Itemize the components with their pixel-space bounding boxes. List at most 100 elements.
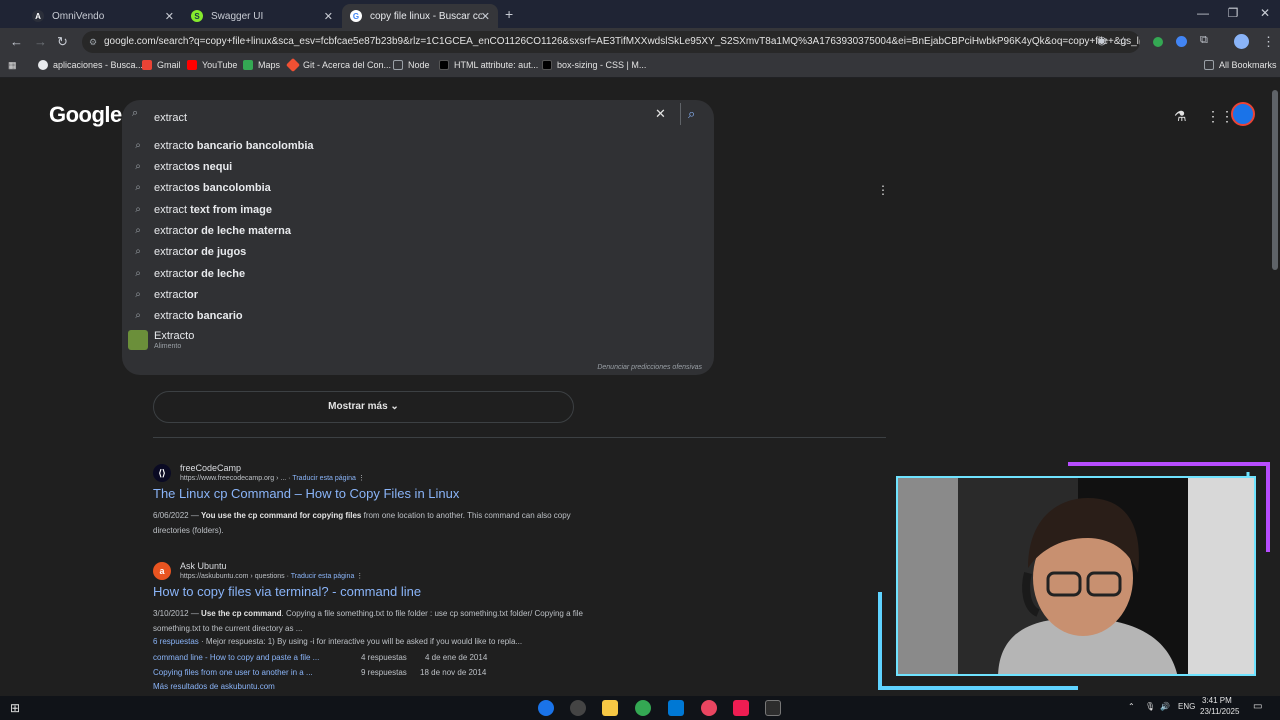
new-tab-icon[interactable]: + bbox=[505, 6, 513, 22]
clock-date[interactable]: 23/11/2025 bbox=[1200, 707, 1239, 716]
google-logo[interactable]: Google bbox=[49, 102, 122, 128]
bookmark-youtube[interactable]: YouTube bbox=[187, 60, 237, 70]
volume-icon[interactable]: 🔊 bbox=[1160, 702, 1170, 711]
start-windows-icon[interactable]: ⊞ bbox=[10, 701, 20, 715]
search-input[interactable] bbox=[154, 108, 634, 128]
search-box[interactable]: ⌕ ✕ ⌕ ⌕extracto bancario bancolombia ⌕ex… bbox=[122, 100, 714, 375]
file-explorer-icon[interactable] bbox=[602, 700, 618, 716]
close-tab-icon[interactable]: ✕ bbox=[481, 10, 490, 23]
profile-avatar[interactable] bbox=[1234, 34, 1249, 49]
search-icon: ⌕ bbox=[135, 204, 141, 215]
extension-blue-icon[interactable] bbox=[1176, 36, 1187, 47]
language-indicator[interactable]: ENG bbox=[1178, 702, 1195, 711]
bookmark-star-icon[interactable]: ☆ bbox=[1118, 34, 1129, 48]
search-icon: ⌕ bbox=[135, 268, 141, 279]
location-icon[interactable]: ◉ bbox=[1097, 34, 1107, 47]
tab-google-search[interactable]: G copy file linux - Buscar con Go... ✕ bbox=[342, 4, 498, 28]
result-site-name: Ask Ubuntu bbox=[180, 561, 227, 571]
obs-taskbar-icon[interactable] bbox=[570, 700, 586, 716]
show-more-button[interactable]: Mostrar más ⌄ bbox=[153, 391, 574, 423]
search-icon: ⌕ bbox=[135, 161, 141, 172]
freecodecamp-favicon-icon: ⟨⟩ bbox=[153, 464, 171, 482]
reload-icon[interactable]: ↻ bbox=[57, 34, 68, 50]
search-icon: ⌕ bbox=[135, 289, 141, 300]
browser-toolbar: ← → ↻ ⚙ google.com/search?q=copy+file+li… bbox=[0, 28, 1280, 56]
chrome-dev-icon[interactable] bbox=[701, 700, 717, 716]
clock-time[interactable]: 3:41 PM bbox=[1202, 696, 1232, 705]
bookmark-box-sizing[interactable]: box-sizing - CSS | M... bbox=[542, 60, 646, 70]
omnivendo-favicon-icon: A bbox=[32, 10, 44, 22]
bookmark-node[interactable]: Node bbox=[393, 60, 430, 70]
forward-icon[interactable]: → bbox=[34, 34, 47, 49]
suggestion-item[interactable]: ⌕ extract or bbox=[122, 284, 714, 305]
sub-result-link[interactable]: command line - How to copy and paste a f… bbox=[153, 653, 319, 662]
site-info-icon[interactable]: ⚙ bbox=[89, 31, 97, 53]
clear-icon[interactable]: ✕ bbox=[655, 106, 666, 122]
result-title-link[interactable]: The Linux cp Command – How to Copy Files… bbox=[153, 486, 459, 501]
chevron-up-icon[interactable]: ⌃ bbox=[1128, 702, 1135, 711]
tab-swagger[interactable]: S Swagger UI ✕ bbox=[183, 4, 341, 28]
terminal-icon[interactable] bbox=[765, 700, 781, 716]
search-icon: ⌕ bbox=[135, 246, 141, 257]
suggestion-item[interactable]: ⌕ extract or de jugos bbox=[122, 241, 714, 262]
vscode-icon[interactable] bbox=[668, 700, 684, 716]
tab-title: copy file linux - Buscar con Go... bbox=[370, 10, 482, 22]
apps-grid-icon[interactable]: ⋮⋮ bbox=[1206, 108, 1234, 125]
result-snippet: 6/06/2022 — You use the cp command for c… bbox=[153, 511, 571, 535]
labs-flask-icon[interactable]: ⚗ bbox=[1174, 108, 1187, 125]
close-window-icon[interactable]: ✕ bbox=[1250, 6, 1280, 20]
bookmark-maps[interactable]: Maps bbox=[243, 60, 280, 70]
translate-link[interactable]: Traducir esta página bbox=[291, 573, 355, 580]
suggestion-entity[interactable]: Extracto Alimento bbox=[128, 330, 428, 354]
page-scrollbar[interactable] bbox=[1270, 78, 1280, 696]
suggestion-item[interactable]: ⌕ extract or de leche bbox=[122, 263, 714, 284]
webcam-video bbox=[896, 476, 1256, 676]
entity-title: Extracto bbox=[154, 330, 195, 342]
bookmarks-bar: ▦ aplicaciones - Busca... Gmail YouTube … bbox=[0, 56, 1280, 78]
microphone-icon[interactable]: 🎙 bbox=[1145, 702, 1155, 711]
divider bbox=[680, 103, 681, 125]
result-url: https://askubuntu.com › questions · Trad… bbox=[180, 573, 364, 580]
bookmark-git[interactable]: Git - Acerca del Con... bbox=[285, 57, 391, 73]
scrollbar-thumb[interactable] bbox=[1272, 90, 1278, 270]
more-options-icon[interactable]: ⋮ bbox=[877, 183, 889, 197]
suggestion-item[interactable]: ⌕ extract text from image bbox=[122, 199, 714, 220]
search-icon: ⌕ bbox=[132, 107, 139, 119]
search-submit-icon[interactable]: ⌕ bbox=[688, 106, 695, 122]
close-tab-icon[interactable]: ✕ bbox=[324, 10, 333, 23]
address-bar[interactable]: ⚙ google.com/search?q=copy+file+linux&sc… bbox=[82, 31, 1140, 53]
back-icon[interactable]: ← bbox=[10, 34, 23, 49]
sub-result-date: 18 de nov de 2014 bbox=[420, 668, 487, 677]
more-results-link[interactable]: Más resultados de askubuntu.com bbox=[153, 682, 275, 691]
answers-link[interactable]: 6 respuestas bbox=[153, 637, 199, 646]
all-bookmarks[interactable]: All Bookmarks bbox=[1204, 60, 1277, 70]
account-avatar[interactable] bbox=[1231, 102, 1255, 126]
tab-omnivendo[interactable]: A OmniVendo ✕ bbox=[24, 4, 182, 28]
suggestion-item[interactable]: ⌕ extract o bancario bancolombia bbox=[122, 135, 714, 156]
suggestion-item[interactable]: ⌕ extract os nequi bbox=[122, 156, 714, 177]
translate-link[interactable]: Traducir esta página bbox=[292, 475, 356, 482]
windows-taskbar: ⊞ ⌃ 🎙 🔊 ENG 3:41 PM 23/11/2025 ▭ bbox=[0, 696, 1280, 720]
results-divider bbox=[153, 437, 886, 438]
suggestion-item[interactable]: ⌕ extract or de leche materna bbox=[122, 220, 714, 241]
result-title-link[interactable]: How to copy files via terminal? - comman… bbox=[153, 584, 421, 599]
extension-green-icon[interactable] bbox=[1153, 37, 1163, 47]
minimize-icon[interactable]: — bbox=[1188, 6, 1218, 20]
suggestion-item[interactable]: ⌕ extract os bancolombia bbox=[122, 177, 714, 198]
tiktok-icon[interactable] bbox=[733, 700, 749, 716]
report-predictions-link[interactable]: Denunciar predicciones ofensivas bbox=[597, 364, 702, 371]
sub-result-link[interactable]: Copying files from one user to another i… bbox=[153, 668, 313, 677]
bookmark-html-attribute[interactable]: HTML attribute: aut... bbox=[439, 60, 538, 70]
close-tab-icon[interactable]: ✕ bbox=[165, 10, 174, 23]
bookmark-gmail[interactable]: Gmail bbox=[142, 60, 181, 70]
notifications-icon[interactable]: ▭ bbox=[1253, 701, 1262, 712]
chrome-profile-icon[interactable] bbox=[635, 700, 651, 716]
suggestion-item[interactable]: ⌕ extract o bancario bbox=[122, 305, 714, 326]
search-icon: ⌕ bbox=[135, 140, 141, 151]
apps-grid-icon[interactable]: ▦ bbox=[8, 60, 17, 71]
menu-icon[interactable]: ⋮ bbox=[1262, 34, 1275, 50]
bookmark-aplicaciones[interactable]: aplicaciones - Busca... bbox=[38, 60, 143, 70]
chrome-taskbar-icon[interactable] bbox=[538, 700, 554, 716]
restore-icon[interactable]: ❐ bbox=[1218, 6, 1248, 20]
extensions-icon[interactable]: ⧉ bbox=[1200, 34, 1208, 47]
